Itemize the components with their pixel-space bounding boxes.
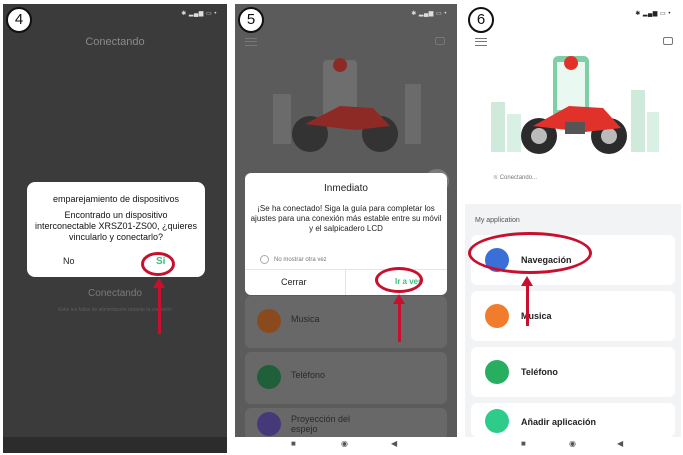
dont-show-again-checkbox[interactable]: No mostrar otra vez	[260, 255, 327, 264]
music-icon	[485, 304, 509, 328]
dialog-message: ¡Se ha conectado! Siga la guía para comp…	[250, 204, 442, 233]
building-shape	[491, 102, 505, 152]
building-shape	[405, 84, 421, 144]
device-icon[interactable]	[663, 37, 673, 45]
wheel-hub-shape	[601, 128, 617, 144]
app-label: Añadir aplicación	[521, 417, 597, 427]
dialog-message: Encontrado un dispositivo interconectabl…	[34, 210, 198, 242]
app-item-anadir[interactable]: Añadir aplicación	[471, 403, 675, 437]
recent-apps-icon[interactable]: ■	[521, 439, 526, 448]
app-item-musica[interactable]: Musica	[245, 296, 447, 348]
highlight-ellipse	[375, 267, 423, 293]
app-label: Teléfono	[521, 367, 558, 377]
checkbox-label: No mostrar otra vez	[274, 256, 327, 263]
phone-screen-step-4: 4 ✱ ▂▄▆ ▭ • Conectando emparejamiento de…	[3, 4, 227, 453]
home-icon[interactable]: ◉	[341, 439, 348, 448]
phone-screen-step-6: 6 ✱ ▂▄▆ ▭ • ≋ Conectando... My applicati…	[465, 4, 681, 453]
connection-status-label: Conectando...	[499, 175, 538, 181]
wifi-off-icon: ≋	[493, 175, 500, 181]
page-title: Conectando	[85, 36, 145, 48]
annotation-arrow	[521, 276, 533, 326]
home-icon[interactable]: ◉	[569, 439, 576, 448]
dialog-buttons: No Sí	[27, 256, 205, 270]
status-bar: ✱ ▂▄▆ ▭ •	[411, 11, 447, 17]
device-icon[interactable]	[435, 37, 445, 45]
wheel-hub-shape	[531, 128, 547, 144]
checkbox-circle-icon	[260, 255, 269, 264]
motorcycle-illustration	[491, 56, 659, 154]
connection-hint: Evite los fallos de alimentación durante…	[58, 307, 172, 313]
app-item-musica[interactable]: Musica	[471, 291, 675, 341]
building-shape	[273, 94, 291, 144]
menu-icon[interactable]	[475, 38, 487, 46]
button-divider	[345, 270, 346, 295]
building-shape	[631, 90, 645, 152]
step-badge: 4	[6, 7, 32, 33]
back-icon[interactable]: ◀	[617, 439, 623, 448]
app-label: Teléfono	[291, 370, 326, 380]
app-list: Musica Teléfono Proyección del espejo	[245, 296, 447, 444]
section-title: My application	[475, 217, 520, 224]
dialog-title: Inmediato	[324, 183, 368, 194]
location-pin-icon	[333, 58, 348, 72]
engine-shape	[565, 122, 585, 134]
no-button[interactable]: No	[63, 256, 75, 266]
motorcycle-illustration	[273, 58, 421, 152]
connection-status: ≋ Conectando...	[493, 174, 537, 181]
building-shape	[647, 112, 659, 152]
step-badge: 6	[468, 7, 494, 33]
app-label: Musica	[291, 314, 320, 324]
highlight-ellipse	[468, 232, 592, 274]
building-shape	[507, 114, 521, 152]
tutorial-composite: 4 ✱ ▂▄▆ ▭ • Conectando emparejamiento de…	[0, 0, 683, 455]
step-badge: 5	[238, 7, 264, 33]
app-item-telefono[interactable]: Teléfono	[245, 352, 447, 404]
menu-icon[interactable]	[245, 38, 257, 46]
annotation-arrow	[153, 278, 165, 334]
dialog-title: emparejamiento de dispositivos	[52, 194, 180, 204]
navigation-bar: ■ ◉ ◀	[235, 437, 457, 453]
app-item-proyeccion[interactable]: Proyección del espejo	[245, 408, 447, 440]
annotation-arrow	[393, 294, 405, 342]
music-icon	[257, 309, 281, 333]
status-bar: ✱ ▂▄▆ ▭ •	[635, 11, 671, 17]
phone-screen-step-5: 5 ✱ ▂▄▆ ▭ • Inmediato ¡Se ha conectado! …	[235, 4, 457, 453]
app-item-telefono[interactable]: Teléfono	[471, 347, 675, 397]
close-button[interactable]: Cerrar	[281, 277, 307, 287]
phone-icon	[257, 365, 281, 389]
location-pin-icon	[564, 56, 579, 70]
connecting-label: Conectando	[88, 288, 142, 299]
mirror-icon	[257, 412, 281, 436]
add-icon	[485, 409, 509, 433]
highlight-ellipse	[141, 252, 175, 276]
recent-apps-icon[interactable]: ■	[291, 439, 296, 448]
status-bar: ✱ ▂▄▆ ▭ •	[181, 11, 217, 17]
navigation-bar	[3, 437, 227, 453]
pairing-dialog: emparejamiento de dispositivos Encontrad…	[27, 182, 205, 277]
phone-icon	[485, 360, 509, 384]
back-icon[interactable]: ◀	[391, 439, 397, 448]
app-label: Proyección del espejo	[291, 414, 351, 434]
navigation-bar: ■ ◉ ◀	[465, 437, 681, 453]
